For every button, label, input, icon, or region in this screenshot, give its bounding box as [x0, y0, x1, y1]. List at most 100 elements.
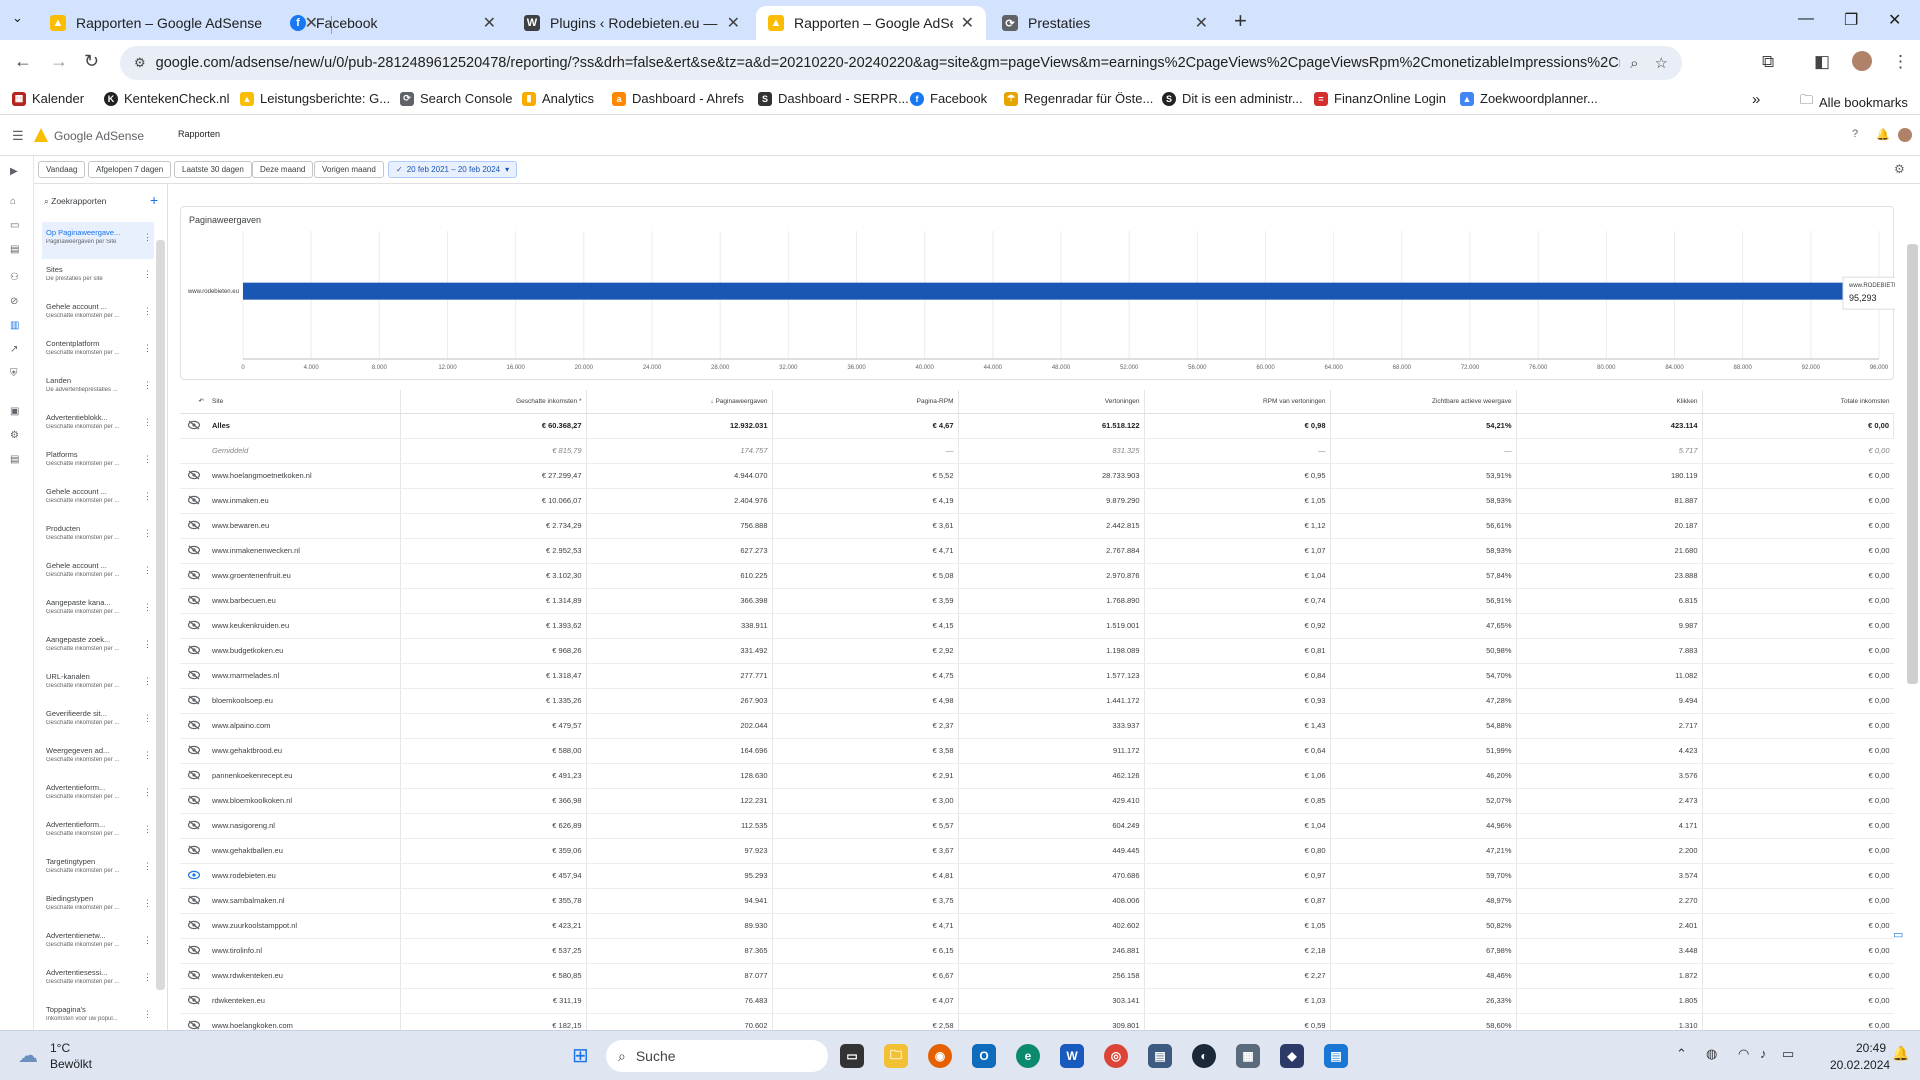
chrome-icon[interactable]: ◎ [1104, 1044, 1128, 1068]
settings-icon[interactable]: ⚙ [1894, 162, 1905, 176]
hamburger-menu-icon[interactable]: ☰ [12, 128, 24, 144]
bookmark-kalender[interactable]: ▦ Kalender [12, 91, 84, 106]
close-tab-icon[interactable]: ✕ [727, 13, 740, 33]
side-panel-icon[interactable]: ◧ [1814, 52, 1830, 72]
visibility-off-icon[interactable] [180, 513, 208, 539]
report-item[interactable]: Producten Geschatte inkomsten per ... ⋮ [42, 518, 154, 555]
report-item[interactable]: Platforms Geschatte inkomsten per ... ⋮ [42, 444, 154, 481]
report-item-menu-icon[interactable]: ⋮ [143, 343, 152, 354]
bookmark-administratie[interactable]: S Dit is een administr... [1162, 91, 1303, 106]
close-tab-icon[interactable]: ✕ [483, 13, 496, 33]
visibility-off-icon[interactable] [180, 738, 208, 764]
table-row[interactable]: www.sambalmaken.nl € 355,78 94.941 € 3,75 40… [180, 888, 1894, 914]
table-row[interactable]: www.hoelangmoetnetkoken.nl € 27.299,47 4.9… [180, 463, 1894, 489]
visibility-off-icon[interactable] [180, 638, 208, 664]
report-item[interactable]: Landen De advertentieprestaties ... ⋮ [42, 370, 154, 407]
restore-icon[interactable]: ❐ [1844, 10, 1858, 30]
bookmark-search-console[interactable]: ⟳ Search Console [400, 91, 513, 106]
report-item[interactable]: Sites De prestaties per site ⋮ [42, 259, 154, 296]
table-row[interactable]: Alles € 60.368,27 12.932.031 € 4,67 61.518.1… [180, 413, 1894, 439]
visibility-off-icon[interactable] [180, 763, 208, 789]
table-row[interactable]: www.gehaktbrood.eu € 588,00 164.696 € 3,58 9… [180, 738, 1894, 764]
more-bookmarks-icon[interactable]: » [1752, 91, 1760, 108]
report-item-menu-icon[interactable]: ⋮ [143, 232, 152, 243]
table-row[interactable]: www.inmakenenwecken.nl € 2.952,53 627.273 €… [180, 538, 1894, 564]
block-icon[interactable]: ⊘ [10, 296, 18, 307]
table-row[interactable]: www.zuurkoolstamppot.nl € 423,21 89.930 € 4… [180, 913, 1894, 939]
filter-today[interactable]: Vandaag [38, 161, 86, 178]
filter-previous-month[interactable]: Vorigen maand [314, 161, 384, 178]
report-item[interactable]: Advertentieblokk... Geschatte inkomsten p… [42, 407, 154, 444]
clock-time[interactable]: 20:49 [1856, 1041, 1886, 1055]
visibility-off-icon[interactable] [180, 938, 208, 964]
visibility-off-icon[interactable] [180, 913, 208, 939]
table-row[interactable]: www.gehaktballen.eu € 359,06 97.923 € 3,67 4… [180, 838, 1894, 864]
reload-icon[interactable]: ↻ [84, 51, 99, 72]
table-row[interactable]: www.bewaren.eu € 2.734,29 756.888 € 3,61 2.4… [180, 513, 1894, 539]
report-item[interactable]: Op Paginaweergave... Paginaweergaven per … [42, 222, 154, 259]
table-row[interactable]: www.keukenkruiden.eu € 1.393,62 338.911 € 4… [180, 613, 1894, 639]
table-row[interactable]: www.alpaino.com € 479,57 202.044 € 2,37 333.… [180, 713, 1894, 739]
visibility-off-icon[interactable] [180, 538, 208, 564]
visibility-off-icon[interactable] [180, 563, 208, 589]
visibility-off-icon[interactable] [180, 788, 208, 814]
report-item-menu-icon[interactable]: ⋮ [143, 306, 152, 317]
bookmark-facebook[interactable]: f Facebook [910, 91, 987, 106]
weather-temp[interactable]: 1°C [50, 1041, 70, 1055]
feedback-icon[interactable]: ▤ [10, 454, 19, 465]
table-row[interactable]: www.rdwkenteken.eu € 580,85 87.077 € 6,67 25… [180, 963, 1894, 989]
report-item-menu-icon[interactable]: ⋮ [143, 861, 152, 872]
back-icon[interactable]: ↶ [180, 390, 208, 414]
report-item-menu-icon[interactable]: ⋮ [143, 676, 152, 687]
notifications-icon[interactable]: 🔔 [1876, 128, 1890, 141]
inbox-icon[interactable]: ▭ [10, 220, 19, 231]
visibility-off-icon[interactable] [180, 688, 208, 714]
help-icon[interactable]: ? [1852, 128, 1858, 140]
visibility-on-icon[interactable] [180, 863, 208, 889]
visibility-off-icon[interactable] [180, 463, 208, 489]
word-icon[interactable]: W [1060, 1044, 1084, 1068]
visibility-off-icon[interactable] [180, 663, 208, 689]
users-icon[interactable]: ⚇ [10, 272, 19, 283]
add-report-icon[interactable]: + [150, 192, 158, 208]
notification-bell-icon[interactable]: 🔔 [1892, 1045, 1909, 1062]
table-row[interactable]: www.bloemkoolkoken.nl € 366,98 122.231 € 3,… [180, 788, 1894, 814]
ads-icon[interactable]: ▤ [10, 244, 19, 255]
table-row[interactable]: www.tirolinfo.nl € 537,25 87.365 € 6,15 246.… [180, 938, 1894, 964]
col-site[interactable]: Site [208, 390, 401, 414]
report-item[interactable]: Gehele account ... Geschatte inkomsten pe… [42, 555, 154, 592]
visibility-off-icon[interactable] [180, 813, 208, 839]
account-settings-icon[interactable]: ⚙ [10, 430, 19, 441]
bookmark-ahrefs[interactable]: a Dashboard - Ahrefs [612, 91, 744, 106]
report-list-scrollbar[interactable] [156, 240, 165, 990]
close-tab-icon[interactable]: ✕ [1195, 13, 1208, 33]
reports-icon[interactable]: ▥ [10, 320, 19, 331]
table-row[interactable]: www.inmaken.eu € 10.066,07 2.404.976 € 4,19… [180, 488, 1894, 514]
visibility-off-icon[interactable] [180, 488, 208, 514]
profile-avatar[interactable] [1852, 51, 1872, 71]
site-info-icon[interactable]: ⚙ [134, 55, 146, 71]
visibility-off-icon[interactable] [180, 838, 208, 864]
col-pageviews[interactable]: ↓ Paginaweergaven [586, 390, 773, 414]
tray-chevron-icon[interactable]: ⌃ [1676, 1046, 1687, 1062]
report-item[interactable]: Aangepaste zoek... Geschatte inkomsten pe… [42, 629, 154, 666]
url-text[interactable]: google.com/adsense/new/u/0/pub-281248961… [156, 55, 1620, 71]
taskbar-search[interactable]: ⌕ Suche [606, 1040, 828, 1072]
report-item-menu-icon[interactable]: ⋮ [143, 639, 152, 650]
report-item-menu-icon[interactable]: ⋮ [143, 750, 152, 761]
zoom-icon[interactable]: ⌕ [1630, 55, 1638, 72]
report-item-menu-icon[interactable]: ⋮ [143, 602, 152, 613]
table-row[interactable]: bloemkoolsoep.eu € 1.335,26 267.903 € 4,98 1… [180, 688, 1894, 714]
report-item[interactable]: Advertentiesessi... Geschatte inkomsten p… [42, 962, 154, 999]
calculator-icon[interactable]: ▦ [1236, 1044, 1260, 1068]
trending-icon[interactable]: ↗ [10, 344, 18, 355]
filter-custom-range[interactable]: ✓ 20 feb 2021 – 20 feb 2024 ▾ [388, 161, 518, 178]
new-tab-icon[interactable]: + [1234, 8, 1247, 34]
visibility-off-icon[interactable] [180, 613, 208, 639]
report-item[interactable]: URL-kanalen Geschatte inkomsten per ... ⋮ [42, 666, 154, 703]
col-impression-rpm[interactable]: RPM van vertoningen [1144, 390, 1331, 414]
report-item-menu-icon[interactable]: ⋮ [143, 898, 152, 909]
report-item[interactable]: Weergegeven ad... Geschatte inkomsten per… [42, 740, 154, 777]
report-item[interactable]: Geverifieerde sit... Geschatte inkomsten … [42, 703, 154, 740]
col-impressions[interactable]: Vertoningen [958, 390, 1145, 414]
